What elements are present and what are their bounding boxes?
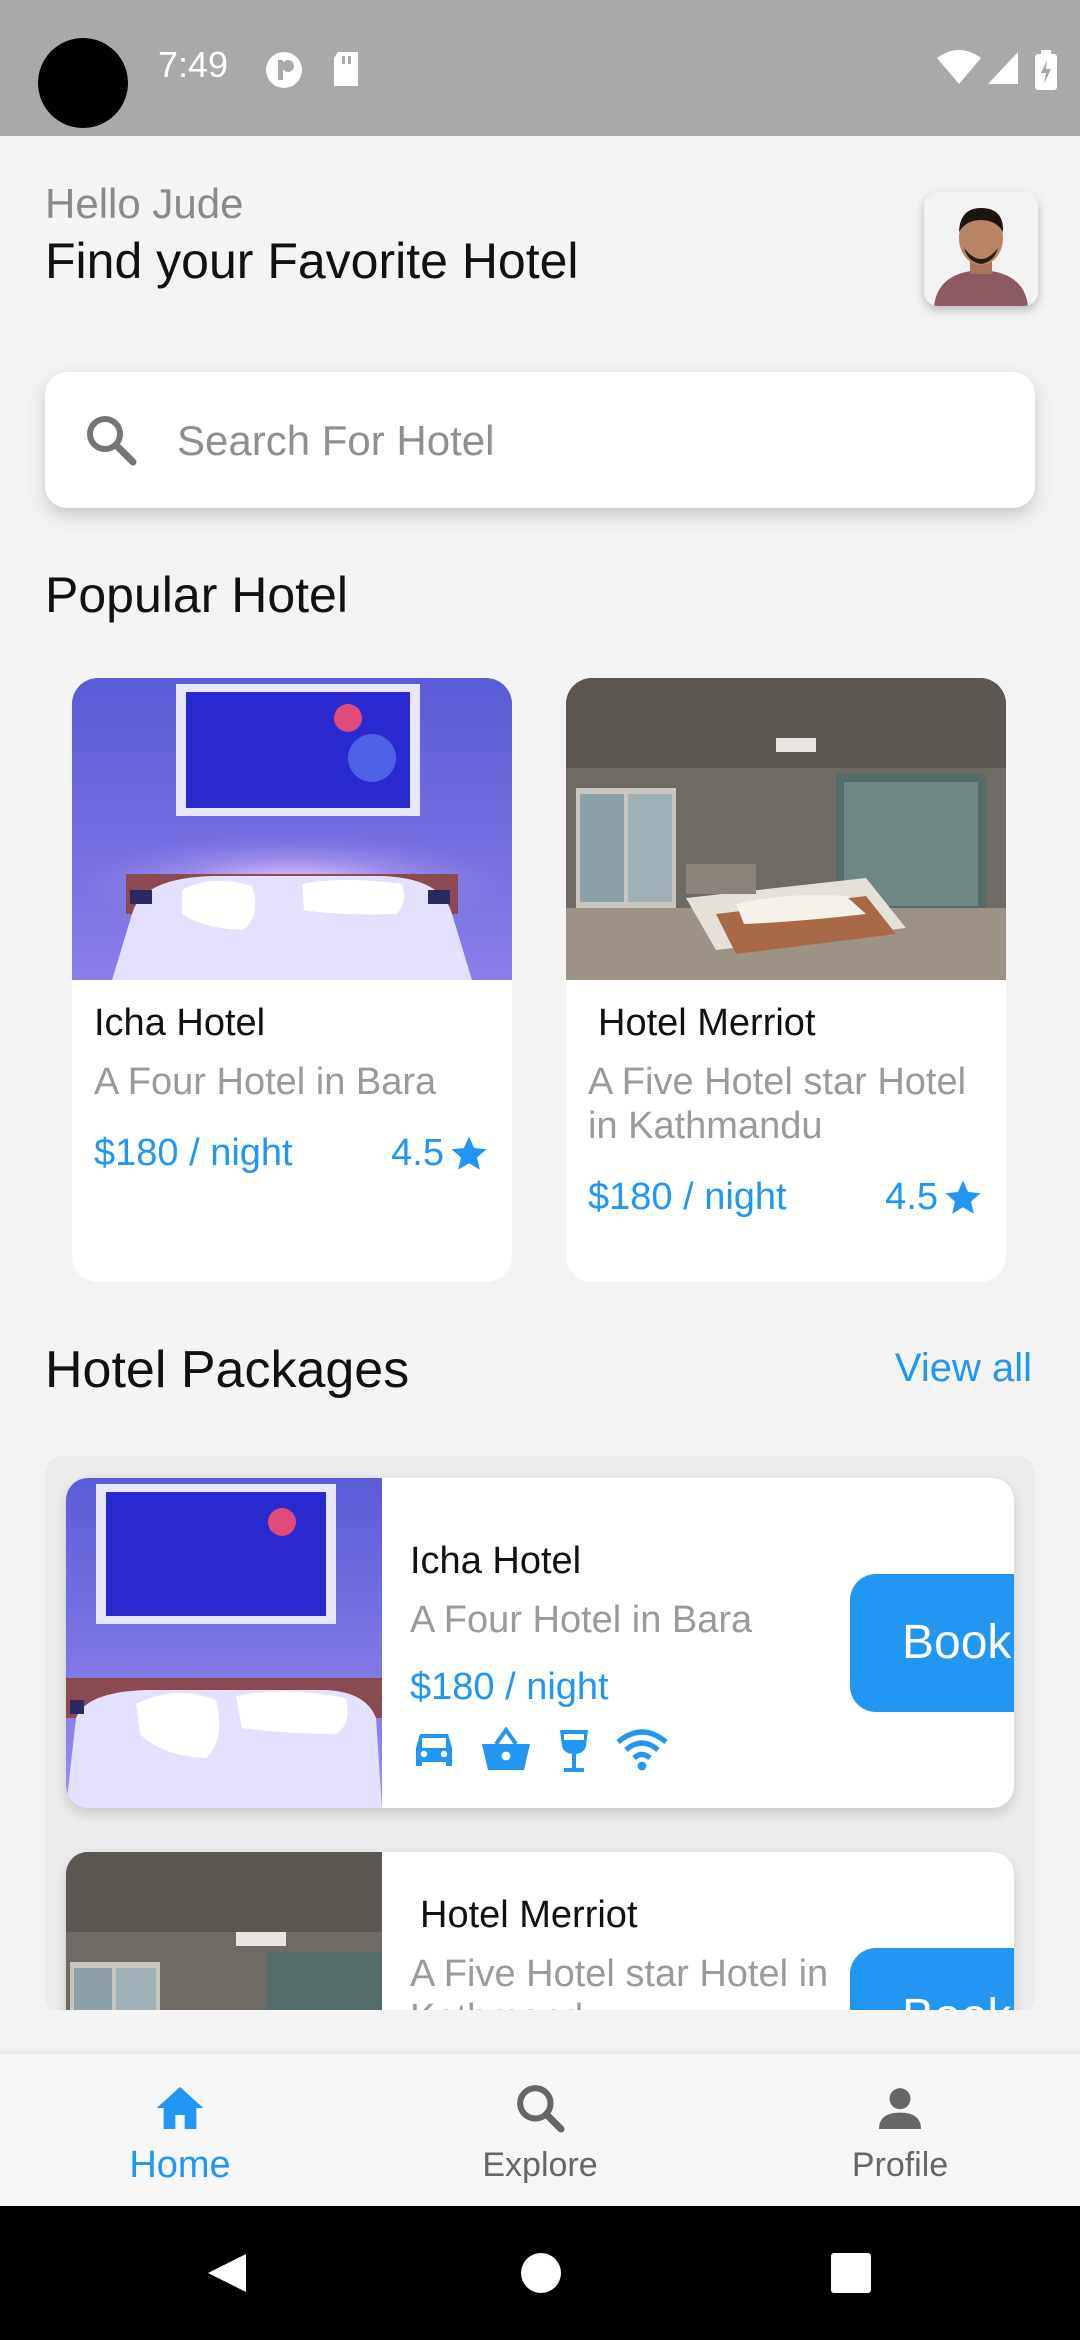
home-circle-icon[interactable] — [520, 2252, 562, 2294]
nav-profile-label: Profile — [851, 2146, 949, 2184]
home-icon — [156, 2087, 204, 2129]
hotel-description: A Five Hotel star Hotel in Kathmandu — [588, 1061, 967, 1147]
nav-home-label: Home — [129, 2144, 231, 2186]
star-icon — [451, 1136, 487, 1170]
status-time: 7:49 — [158, 44, 229, 85]
wifi-icon — [616, 1729, 668, 1771]
search-icon — [87, 416, 137, 466]
popular-hotel-card[interactable]: Icha Hotel A Four Hotel in Bara $180 / n… — [72, 678, 512, 1282]
nav-profile[interactable]: Profile — [720, 2054, 1080, 2206]
basket-icon — [482, 1726, 530, 1770]
popular-section-title: Popular Hotel — [45, 567, 348, 623]
view-all-link[interactable]: View all — [895, 1346, 1032, 1391]
hotel-name: Icha Hotel — [94, 1002, 266, 1044]
package-price: $180 / night — [410, 1666, 609, 1708]
rating-value: 4.5 — [885, 1176, 938, 1218]
hotel-image — [566, 678, 1006, 980]
nav-home[interactable]: Home — [0, 2054, 360, 2206]
wine-glass-icon — [560, 1730, 588, 1772]
system-navigation-bar — [0, 2206, 1080, 2340]
hotel-price: $180 / night — [94, 1132, 293, 1174]
amenities-row — [410, 1726, 668, 1774]
status-bar: 7:49 — [0, 0, 1080, 136]
nav-explore-label: Explore — [482, 2146, 598, 2184]
cell-signal-icon — [988, 52, 1018, 84]
sd-card-icon — [334, 52, 358, 86]
page-title: Find your Favorite Hotel — [45, 233, 579, 289]
package-image — [66, 1478, 382, 1808]
recents-icon[interactable] — [830, 2252, 872, 2294]
nav-explore[interactable]: Explore — [360, 2054, 720, 2206]
wifi-status-icon — [937, 50, 981, 84]
hotel-description: A Four Hotel in Bara — [94, 1061, 437, 1103]
package-name: Hotel Merriot — [420, 1894, 638, 1936]
bottom-navigation: Home Explore Profile — [0, 2054, 1080, 2206]
packages-section-title: Hotel Packages — [45, 1341, 410, 1399]
hotel-price: $180 / night — [588, 1176, 787, 1218]
avatar-photo — [924, 192, 1038, 306]
list-clip-area — [0, 2010, 1080, 2054]
book-button[interactable]: Book — [850, 1574, 1014, 1712]
popular-hotel-card[interactable]: Hotel Merriot A Five Hotel star Hotel in… — [566, 678, 1006, 1282]
package-card[interactable]: Icha Hotel A Four Hotel in Bara $180 / n… — [66, 1478, 1014, 1808]
person-icon — [879, 2088, 921, 2129]
star-icon — [945, 1180, 981, 1214]
hotel-rating: 4.5 — [885, 1176, 984, 1219]
search-input[interactable] — [175, 372, 999, 510]
media-app-icon — [266, 52, 302, 88]
hotel-image — [72, 678, 512, 980]
hotel-rating: 4.5 — [391, 1132, 490, 1175]
package-name: Icha Hotel — [410, 1540, 582, 1582]
battery-icon — [1035, 50, 1057, 90]
search-icon — [517, 2085, 565, 2133]
back-icon[interactable] — [204, 2250, 250, 2296]
car-icon — [416, 1734, 452, 1766]
camera-cutout — [38, 38, 128, 128]
greeting: Hello Jude — [45, 180, 244, 227]
avatar[interactable] — [924, 192, 1038, 306]
rating-value: 4.5 — [391, 1132, 444, 1174]
hotel-name: Hotel Merriot — [598, 1002, 816, 1044]
search-bar[interactable] — [45, 372, 1035, 510]
